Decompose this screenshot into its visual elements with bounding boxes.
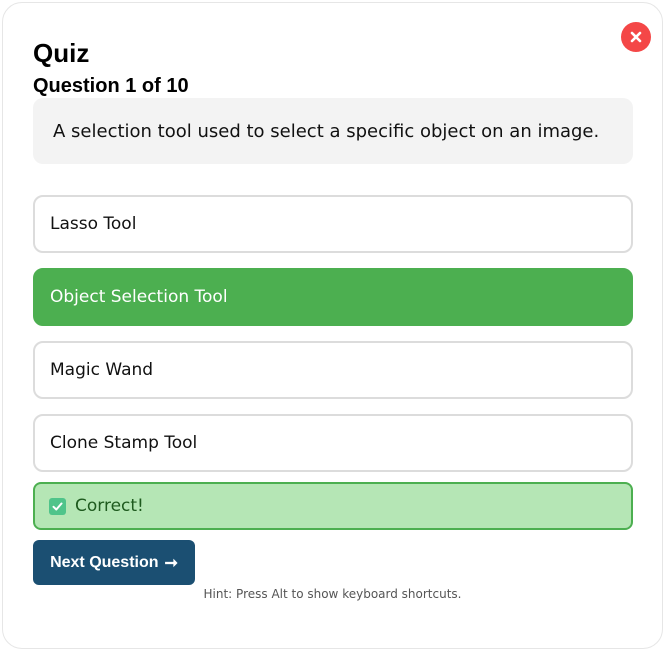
question-progress: Question 1 of 10 bbox=[33, 75, 189, 97]
next-question-button[interactable]: Next Question ➞ bbox=[33, 540, 195, 585]
feedback-message: Correct! bbox=[33, 482, 633, 530]
keyboard-hint: Hint: Press Alt to show keyboard shortcu… bbox=[203, 587, 462, 601]
arrow-right-icon: ➞ bbox=[164, 554, 178, 572]
quiz-title: Quiz bbox=[33, 38, 90, 68]
feedback-text: Correct! bbox=[75, 496, 144, 516]
next-question-label: Next Question bbox=[50, 553, 159, 571]
question-text: A selection tool used to select a specif… bbox=[33, 98, 633, 164]
close-button[interactable] bbox=[621, 22, 651, 52]
answer-option-lasso-tool[interactable]: Lasso Tool bbox=[33, 195, 633, 253]
answer-option-magic-wand[interactable]: Magic Wand bbox=[33, 341, 633, 399]
answer-option-object-selection-tool[interactable]: Object Selection Tool bbox=[33, 268, 633, 326]
answer-option-clone-stamp-tool[interactable]: Clone Stamp Tool bbox=[33, 414, 633, 472]
close-icon bbox=[630, 31, 642, 43]
check-icon bbox=[49, 497, 66, 515]
